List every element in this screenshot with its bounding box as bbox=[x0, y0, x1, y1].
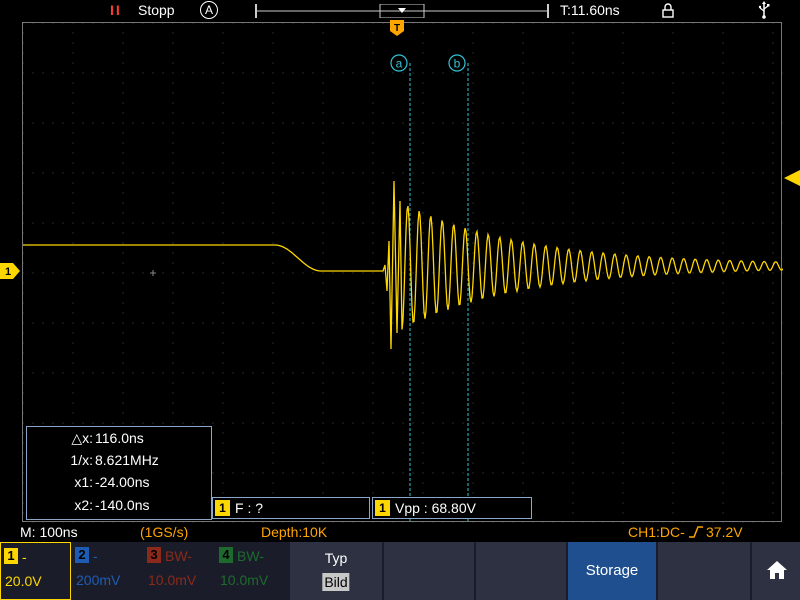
type-value: Bild bbox=[322, 573, 350, 591]
channel3-scale: 10.0mV bbox=[148, 572, 197, 588]
cursor-a-label: a bbox=[396, 57, 403, 71]
channel3-bandwidth: BW- bbox=[165, 548, 192, 564]
timeline-position-bar[interactable] bbox=[254, 4, 550, 18]
vpp-measurement[interactable]: 1 Vpp : 68.80V bbox=[372, 497, 532, 519]
delta-x-value: 116.0ns bbox=[95, 430, 144, 446]
run-state-label[interactable]: Stopp bbox=[138, 2, 175, 18]
usb-icon bbox=[758, 1, 770, 19]
channel2-button[interactable]: 2 - 200mV bbox=[72, 542, 143, 600]
frequency-measurement[interactable]: 1 F : ? bbox=[212, 497, 370, 519]
bottom-softkey-bar: 1 - 20.0V 2 - 200mV 3 BW- 10.0mV 4 BW- 1… bbox=[0, 542, 800, 600]
stop-icon[interactable]: II bbox=[110, 2, 122, 18]
channel4-button[interactable]: 4 BW- 10.0mV bbox=[216, 542, 287, 600]
top-status-bar: II Stopp A T:11.60ns bbox=[0, 0, 800, 22]
acquisition-status-line: M: 100ns (1GS/s) Depth:10K CH1:DC- 37.2V bbox=[0, 522, 800, 542]
x2-label: x2: bbox=[74, 497, 93, 513]
channel-badge: 1 bbox=[215, 500, 230, 516]
channel2-scale: 200mV bbox=[76, 572, 121, 588]
softkey-3[interactable] bbox=[474, 542, 566, 600]
trigger-level[interactable]: 37.2V bbox=[706, 524, 743, 540]
storage-label: Storage bbox=[585, 562, 639, 579]
type-label: Typ bbox=[324, 550, 348, 566]
frequency-value: F : ? bbox=[235, 500, 264, 516]
trigger-time-offset[interactable]: T:11.60ns bbox=[560, 2, 620, 18]
channel1-number: 1 bbox=[4, 548, 18, 564]
channel2-coupling: - bbox=[93, 548, 98, 564]
channel4-scale: 10.0mV bbox=[220, 572, 269, 588]
channel3-number: 3 bbox=[147, 547, 161, 563]
vpp-value: Vpp : 68.80V bbox=[395, 500, 476, 516]
delta-x-label: △x: bbox=[71, 430, 93, 446]
x1-value: -24.00ns bbox=[95, 474, 150, 490]
channel-badge: 1 bbox=[375, 500, 390, 516]
channel1-scale: 20.0V bbox=[5, 573, 42, 589]
channel1-waveform bbox=[23, 180, 783, 350]
softkey-5[interactable] bbox=[656, 542, 750, 600]
x1-label: x1: bbox=[74, 474, 93, 490]
channel4-number: 4 bbox=[219, 547, 233, 563]
horizontal-scale[interactable]: M: 100ns bbox=[20, 524, 78, 540]
channel2-number: 2 bbox=[75, 547, 89, 563]
lock-icon bbox=[662, 3, 674, 18]
cursor-info-panel: △x: 116.0ns 1/x: 8.621MHz x1: -24.00ns x… bbox=[26, 426, 212, 520]
x2-value: -140.0ns bbox=[95, 497, 150, 513]
inverse-x-value: 8.621MHz bbox=[95, 452, 159, 468]
channel1-ground-marker[interactable]: 1 bbox=[0, 263, 20, 279]
home-button[interactable] bbox=[750, 542, 800, 600]
auto-trigger-icon: A bbox=[200, 1, 218, 19]
svg-text:1: 1 bbox=[5, 266, 11, 278]
trigger-position-marker[interactable]: T bbox=[390, 20, 404, 36]
channel1-button[interactable]: 1 - 20.0V bbox=[0, 542, 71, 600]
rising-edge-icon bbox=[689, 526, 703, 538]
trigger-source[interactable]: CH1:DC- bbox=[628, 524, 685, 540]
memory-depth[interactable]: Depth:10K bbox=[261, 524, 327, 540]
softkey-2[interactable] bbox=[382, 542, 474, 600]
svg-text:T: T bbox=[394, 23, 400, 34]
channel3-button[interactable]: 3 BW- 10.0mV bbox=[144, 542, 215, 600]
inverse-x-label: 1/x: bbox=[70, 452, 93, 468]
type-softkey[interactable]: Typ Bild bbox=[288, 542, 382, 600]
measurement-cursors[interactable]: a b bbox=[390, 54, 469, 523]
channel4-bandwidth: BW- bbox=[237, 548, 264, 564]
home-icon bbox=[767, 561, 787, 579]
sample-rate: (1GS/s) bbox=[140, 524, 189, 540]
channel1-coupling: - bbox=[22, 549, 27, 565]
storage-softkey[interactable]: Storage bbox=[566, 542, 656, 600]
trigger-level-marker[interactable] bbox=[784, 170, 800, 186]
cursor-b-label: b bbox=[454, 57, 461, 71]
